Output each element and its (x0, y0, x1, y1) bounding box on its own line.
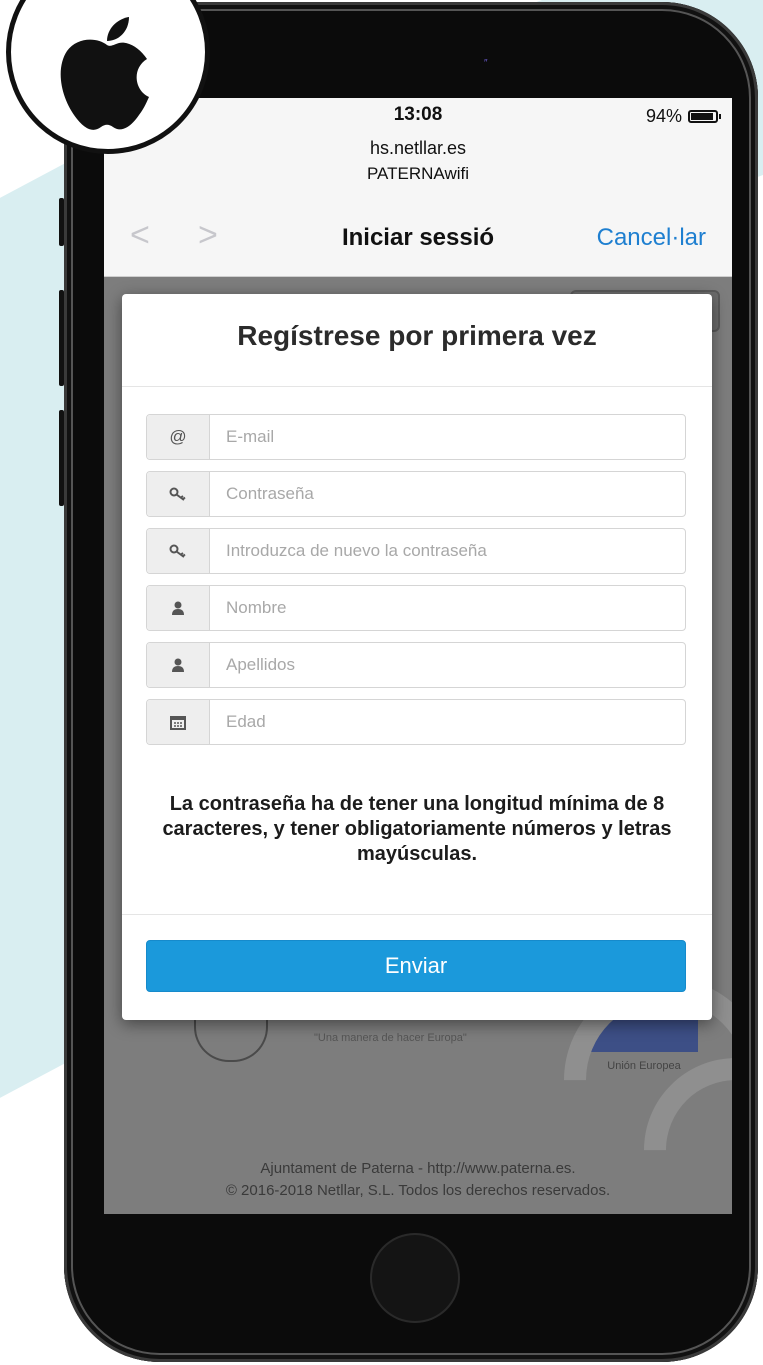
home-button[interactable] (370, 1233, 460, 1323)
phone-screen: "Una manera de hacer Europa" Unión Europ… (104, 98, 732, 1214)
at-icon: @ (147, 415, 210, 459)
first-name-field (146, 585, 686, 631)
password-input[interactable] (210, 472, 685, 516)
battery-icon (688, 110, 721, 123)
user-icon (147, 586, 210, 630)
apple-logo-icon (60, 17, 150, 130)
last-name-input[interactable] (210, 643, 685, 687)
last-name-field (146, 642, 686, 688)
confirm-password-field (146, 528, 686, 574)
network-name: PATERNAwifi (366, 164, 470, 183)
age-input[interactable] (210, 700, 685, 744)
europe-motto: "Una manera de hacer Europa" (314, 1032, 467, 1044)
submit-button[interactable]: Enviar (146, 940, 686, 992)
modal-footer-divider (122, 914, 712, 915)
password-field (146, 471, 686, 517)
email-input[interactable] (210, 415, 685, 459)
key-icon (147, 472, 210, 516)
email-field: @ (146, 414, 686, 460)
battery-indicator: 94% (645, 106, 721, 127)
browser-header: 13:08 94% hs.netllar.es PATERNAwifi < > … (104, 98, 732, 277)
page-url: hs.netllar.es (369, 138, 467, 158)
registration-modal: Regístrese por primera vez @ E-mail Nomb… (122, 294, 712, 1020)
modal-header-divider (122, 386, 712, 387)
user-icon (147, 643, 210, 687)
status-time: 13:08 (393, 104, 443, 125)
first-name-input[interactable] (210, 586, 685, 630)
footer-line-1: Ajuntament de Paterna - http://www.pater… (260, 1160, 576, 1177)
footer-line-2: © 2016-2018 Netllar, S.L. Todos los dere… (225, 1182, 611, 1199)
earpiece: ″ (484, 58, 488, 69)
password-requirements-notice: La contraseña ha de tener una longitud m… (162, 793, 672, 865)
key-icon (147, 529, 210, 573)
modal-title: Regístrese por primera vez (237, 320, 597, 351)
cancel-button[interactable]: Cancel·lar (597, 224, 706, 252)
confirm-password-input[interactable] (210, 529, 685, 573)
battery-percent: 94% (645, 106, 682, 126)
calendar-icon (147, 700, 210, 744)
age-field (146, 699, 686, 745)
